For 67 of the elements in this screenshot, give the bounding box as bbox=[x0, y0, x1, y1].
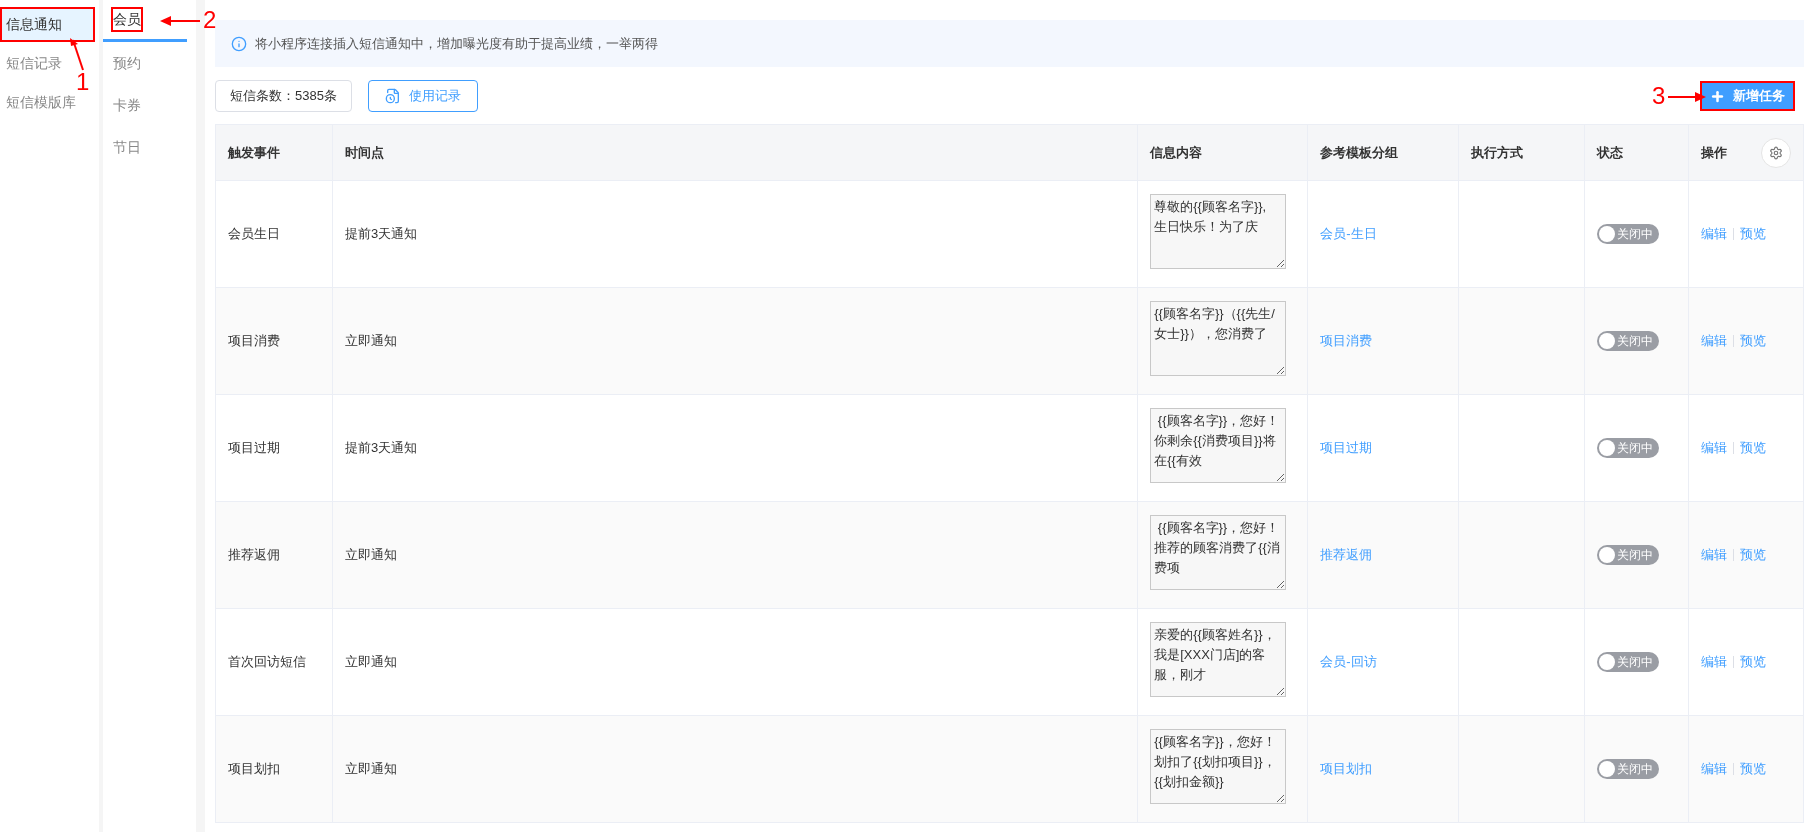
template-group-link[interactable]: 项目过期 bbox=[1320, 440, 1373, 456]
template-group-link[interactable]: 项目划扣 bbox=[1320, 761, 1373, 777]
preview-link[interactable]: 预览 bbox=[1740, 759, 1766, 779]
table-cell: 首次回访短信 bbox=[228, 654, 306, 670]
sidebar-item[interactable]: 信息通知 bbox=[0, 7, 95, 42]
settings-icon[interactable] bbox=[1761, 137, 1791, 168]
table-cell: 会员生日 bbox=[228, 226, 280, 242]
column-header: 执行方式 bbox=[1471, 143, 1524, 162]
template-group-link[interactable]: 会员-回访 bbox=[1320, 654, 1377, 670]
record-icon bbox=[384, 88, 401, 104]
table-cell: 项目划扣 bbox=[228, 761, 280, 777]
template-group-link[interactable]: 推荐返佣 bbox=[1320, 547, 1373, 563]
preview-link[interactable]: 预览 bbox=[1740, 545, 1766, 565]
status-toggle[interactable]: 关闭中 bbox=[1597, 652, 1659, 672]
edit-link[interactable]: 编辑 bbox=[1701, 438, 1727, 458]
category-tab[interactable]: 节日 bbox=[103, 126, 187, 168]
preview-link[interactable]: 预览 bbox=[1740, 331, 1766, 351]
preview-link[interactable]: 预览 bbox=[1740, 438, 1766, 458]
highlight-frame bbox=[111, 7, 143, 32]
info-icon bbox=[231, 35, 247, 52]
message-content-field[interactable]: {{顾客名字}}，您好！你剩余{{消费项目}}将在{{有效 bbox=[1150, 407, 1287, 483]
table-cell: 立即通知 bbox=[344, 761, 397, 777]
message-content-field[interactable]: 亲爱的{{顾客姓名}}，我是[XXX门店]的客服，刚才 bbox=[1150, 621, 1287, 697]
message-content-field[interactable]: {{顾客名字}}，您好！划扣了{{划扣项目}}，{{划扣金额}} bbox=[1150, 728, 1287, 804]
table-cell: 立即通知 bbox=[344, 333, 397, 349]
status-toggle[interactable]: 关闭中 bbox=[1597, 438, 1659, 458]
callout-arrow bbox=[1668, 90, 1706, 104]
table-cell: 提前3天通知 bbox=[344, 226, 418, 242]
edit-link[interactable]: 编辑 bbox=[1701, 652, 1727, 672]
column-header: 时间点 bbox=[344, 143, 384, 162]
column-header: 触发事件 bbox=[228, 143, 280, 162]
preview-link[interactable]: 预览 bbox=[1740, 652, 1766, 672]
column-header: 参考模板分组 bbox=[1320, 143, 1399, 162]
edit-link[interactable]: 编辑 bbox=[1701, 331, 1727, 351]
usage-record-button[interactable]: 使用记录 bbox=[367, 80, 478, 112]
message-content-field[interactable]: {{顾客名字}}，您好！推荐的顾客消费了{{消费项 bbox=[1150, 514, 1287, 590]
notice-text: 将小程序连接插入短信通知中，增加曝光度有助于提高业绩，一举两得 bbox=[255, 34, 658, 53]
table-cell: 项目消费 bbox=[228, 333, 280, 349]
column-header: 信息内容 bbox=[1150, 143, 1203, 162]
status-toggle[interactable]: 关闭中 bbox=[1597, 224, 1659, 244]
table-cell: 提前3天通知 bbox=[344, 440, 418, 456]
table-cell: 立即通知 bbox=[344, 654, 397, 670]
callout-arrow bbox=[160, 14, 200, 28]
preview-link[interactable]: 预览 bbox=[1740, 224, 1766, 244]
template-group-link[interactable]: 会员-生日 bbox=[1320, 226, 1377, 242]
status-toggle[interactable]: 关闭中 bbox=[1597, 331, 1659, 351]
edit-link[interactable]: 编辑 bbox=[1701, 545, 1727, 565]
message-content-field[interactable]: 尊敬的{{顾客名字}}, 生日快乐！为了庆 bbox=[1150, 193, 1287, 269]
message-content-field[interactable]: {{顾客名字}}（{{先生/女士}}），您消费了 bbox=[1150, 300, 1287, 376]
category-tab[interactable]: 卡券 bbox=[103, 84, 187, 126]
callout-number: 3 bbox=[1652, 84, 1666, 108]
status-toggle[interactable]: 关闭中 bbox=[1597, 545, 1659, 565]
column-header: 状态 bbox=[1597, 143, 1623, 162]
sms-count: 短信条数：5385条 bbox=[215, 80, 352, 112]
category-tab[interactable]: 预约 bbox=[103, 42, 187, 84]
callout-number: 2 bbox=[203, 8, 217, 32]
edit-link[interactable]: 编辑 bbox=[1701, 224, 1727, 244]
table-cell: 立即通知 bbox=[344, 547, 397, 563]
column-header: 操作 bbox=[1701, 143, 1727, 162]
table-cell: 推荐返佣 bbox=[228, 547, 280, 563]
template-group-link[interactable]: 项目消费 bbox=[1320, 333, 1373, 349]
plus-icon bbox=[1710, 88, 1725, 104]
add-task-button[interactable]: 新增任务 bbox=[1700, 81, 1795, 111]
status-toggle[interactable]: 关闭中 bbox=[1597, 759, 1659, 779]
edit-link[interactable]: 编辑 bbox=[1701, 759, 1727, 779]
callout-number: 1 bbox=[76, 70, 90, 94]
table-cell: 项目过期 bbox=[228, 440, 280, 456]
